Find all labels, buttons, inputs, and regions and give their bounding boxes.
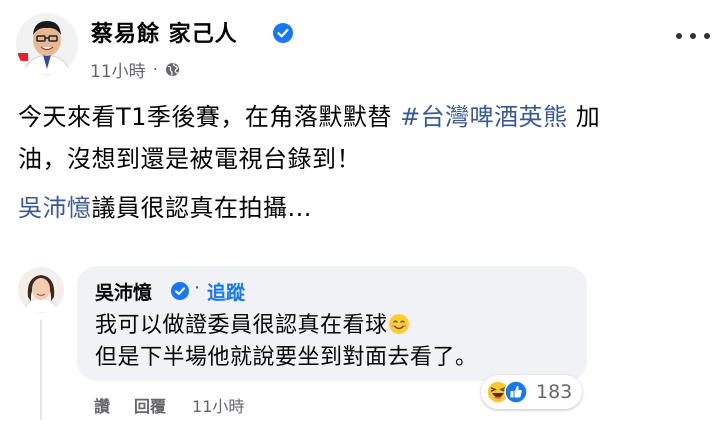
post-text-segment: 加 [567, 103, 601, 131]
comment-timestamp[interactable]: 11小時 [192, 393, 244, 417]
more-dot-icon [704, 33, 710, 39]
globe-icon [165, 62, 180, 77]
more-dot-icon [676, 33, 682, 39]
post-author-name[interactable]: 蔡易餘 家己人 [91, 16, 238, 48]
post-meta: 11小時 · [90, 57, 180, 82]
reply-action-button[interactable]: 回覆 [134, 393, 166, 417]
more-options-button[interactable] [676, 25, 710, 47]
commenter-name[interactable]: 吳沛憶 [95, 278, 152, 305]
thread-line [40, 320, 42, 420]
reaction-count: 183 [536, 381, 573, 403]
author-avatar[interactable] [16, 13, 78, 75]
reactions-summary[interactable]: 183 [481, 375, 583, 409]
post-text-segment: 今天來看T1季後賽，在角落默默替 [18, 103, 401, 131]
hashtag-link[interactable]: #台灣啤酒英熊 [400, 103, 568, 131]
like-icon [504, 380, 528, 404]
comment-separator: · [194, 277, 201, 299]
comment-actions: 讚 回覆 11小時 [94, 393, 244, 417]
comment-text-segment: 我可以做證委員很認真在看球 [95, 313, 388, 338]
post-text-segment: 議員很認真在拍攝... [91, 194, 312, 222]
post-text: 今天來看T1季後賽，在角落默默替 #台灣啤酒英熊 加 油，沒想到還是被電視台錄到… [18, 96, 708, 180]
verified-badge-icon [171, 282, 189, 300]
mention-link[interactable]: 吳沛憶 [18, 194, 92, 222]
more-dot-icon [690, 33, 696, 39]
smiling-face-emoji-icon [388, 314, 409, 334]
post-line-1: 今天來看T1季後賽，在角落默默替 #台灣啤酒英熊 加 [18, 96, 708, 138]
post-timestamp[interactable]: 11小時 [90, 57, 146, 82]
verified-badge-icon [273, 23, 293, 43]
comment-line-1: 我可以做證委員很認真在看球 [95, 310, 478, 342]
post-line-3: 吳沛憶議員很認真在拍攝... [18, 188, 312, 223]
comment-text: 我可以做證委員很認真在看球 但是下半場他就說要坐到對面去看了。 [95, 310, 478, 374]
like-action-button[interactable]: 讚 [94, 393, 110, 417]
commenter-avatar[interactable] [18, 267, 64, 313]
follow-button[interactable]: 追蹤 [207, 278, 245, 305]
comment-line-2: 但是下半場他就說要坐到對面去看了。 [95, 345, 478, 370]
meta-separator: · [152, 59, 159, 80]
comment-bubble: 吳沛憶 · 追蹤 我可以做證委員很認真在看球 但是下半場他就說要坐到對面去看了。 [77, 266, 587, 381]
post-line-2: 油，沒想到還是被電視台錄到！ [18, 145, 361, 173]
